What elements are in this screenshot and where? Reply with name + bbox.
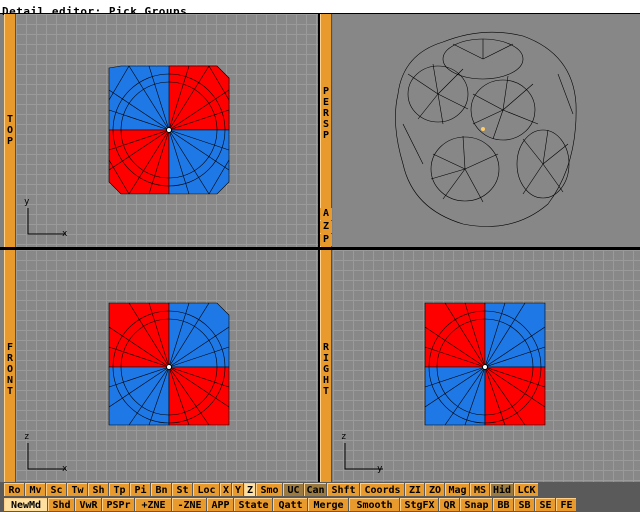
toolbar-row-1-buttons: Ro Mv Sc Tw Sh Tp Pi Bn St Loc X Y Z Smo UC Can Shft Coor… bbox=[0, 482, 640, 497]
toolbar-button-tw[interactable]: Tw bbox=[67, 483, 87, 496]
toolbar-button-zne[interactable]: -ZNE bbox=[172, 498, 206, 511]
toolbar-button-shd[interactable]: Shd bbox=[48, 498, 74, 511]
persp-p-button[interactable]: P bbox=[320, 234, 332, 246]
viewport-front[interactable]: z x bbox=[16, 250, 318, 482]
toolbar-button-coords[interactable]: Coords bbox=[360, 483, 404, 496]
toolbar-button-sc[interactable]: Sc bbox=[46, 483, 66, 496]
title-bar: Detail editor: Pick Groups bbox=[0, 0, 640, 18]
toolbar-button-fe[interactable]: FE bbox=[556, 498, 576, 511]
viewport-label-top: TOP bbox=[6, 114, 14, 147]
toolbar-row-2-buttons: NewMd Shd VwR PSPr +ZNE -ZNE APP State Qatt Merge… bbox=[0, 497, 640, 512]
viewport-strip-front[interactable]: FRONT bbox=[4, 250, 16, 482]
toolbar-button-sb[interactable]: SB bbox=[514, 498, 534, 511]
toolbar-button-snap[interactable]: Snap bbox=[460, 498, 492, 511]
viewport-strip-right[interactable]: RIGHT bbox=[320, 250, 332, 482]
toolbar-button-loc[interactable]: Loc bbox=[193, 483, 219, 496]
axis-lines-top bbox=[27, 208, 66, 235]
toolbar-button-can[interactable]: Can bbox=[304, 483, 326, 496]
viewport-label-front: FRONT bbox=[6, 342, 14, 397]
toolbar-button-bn[interactable]: Bn bbox=[151, 483, 171, 496]
toolbar-button-ms[interactable]: MS bbox=[470, 483, 489, 496]
toolbar-button-shft[interactable]: Shft bbox=[327, 483, 359, 496]
toolbar-button-state[interactable]: State bbox=[234, 498, 272, 511]
toolbar-button-stgfx[interactable]: StgFX bbox=[400, 498, 438, 511]
viewport-top[interactable]: y x bbox=[16, 14, 318, 247]
toolbar-button-hid[interactable]: Hid bbox=[490, 483, 513, 496]
toolbar-button-se[interactable]: SE bbox=[535, 498, 555, 511]
toolbar-button-vwr[interactable]: VwR bbox=[75, 498, 101, 511]
toolbar-button-x[interactable]: X bbox=[220, 483, 231, 496]
toolbar-button-app[interactable]: APP bbox=[207, 498, 233, 511]
viewport-persp[interactable] bbox=[333, 14, 640, 247]
toolbar-button-smo[interactable]: Smo bbox=[256, 483, 282, 496]
toolbar-button-bb[interactable]: BB bbox=[493, 498, 513, 511]
toolbar-button-mag[interactable]: Mag bbox=[445, 483, 469, 496]
toolbar-button-pspr[interactable]: PSPr bbox=[102, 498, 134, 511]
toolbar-button-qatt[interactable]: Qatt bbox=[273, 498, 307, 511]
toolbar-button-y[interactable]: Y bbox=[232, 483, 243, 496]
mesh-persp-view bbox=[395, 31, 577, 227]
viewport-label-persp: PERSP bbox=[322, 86, 330, 141]
toolbar-button-qr[interactable]: QR bbox=[439, 498, 459, 511]
toolbar-button-mv[interactable]: Mv bbox=[25, 483, 45, 496]
toolbar-button-st[interactable]: St bbox=[172, 483, 192, 496]
toolbar-button-z[interactable]: Z bbox=[244, 483, 255, 496]
persp-a-button[interactable]: A bbox=[320, 208, 332, 220]
toolbar-button-ro[interactable]: Ro bbox=[4, 483, 24, 496]
toolbar-button-newmd[interactable]: NewMd bbox=[4, 498, 47, 511]
viewport-label-right: RIGHT bbox=[322, 342, 330, 397]
toolbar-button-uc[interactable]: UC bbox=[283, 483, 303, 496]
axis-lines-right bbox=[344, 443, 383, 470]
toolbar-button-zi[interactable]: ZI bbox=[405, 483, 424, 496]
toolbar-button-tp[interactable]: Tp bbox=[109, 483, 129, 496]
viewport-strip-top[interactable]: TOP bbox=[4, 14, 16, 247]
toolbar-button-zne[interactable]: +ZNE bbox=[135, 498, 171, 511]
toolbar-button-pi[interactable]: Pi bbox=[130, 483, 150, 496]
viewport-right[interactable]: z y bbox=[333, 250, 640, 482]
persp-z-button[interactable]: Z bbox=[320, 221, 332, 233]
toolbar-button-sh[interactable]: Sh bbox=[88, 483, 108, 496]
toolbar-button-smooth[interactable]: Smooth bbox=[349, 498, 399, 511]
toolbar-button-merge[interactable]: Merge bbox=[308, 498, 348, 511]
toolbar-button-zo[interactable]: ZO bbox=[425, 483, 444, 496]
toolbar-button-lck[interactable]: LCK bbox=[514, 483, 538, 496]
axis-lines-front bbox=[27, 443, 66, 470]
